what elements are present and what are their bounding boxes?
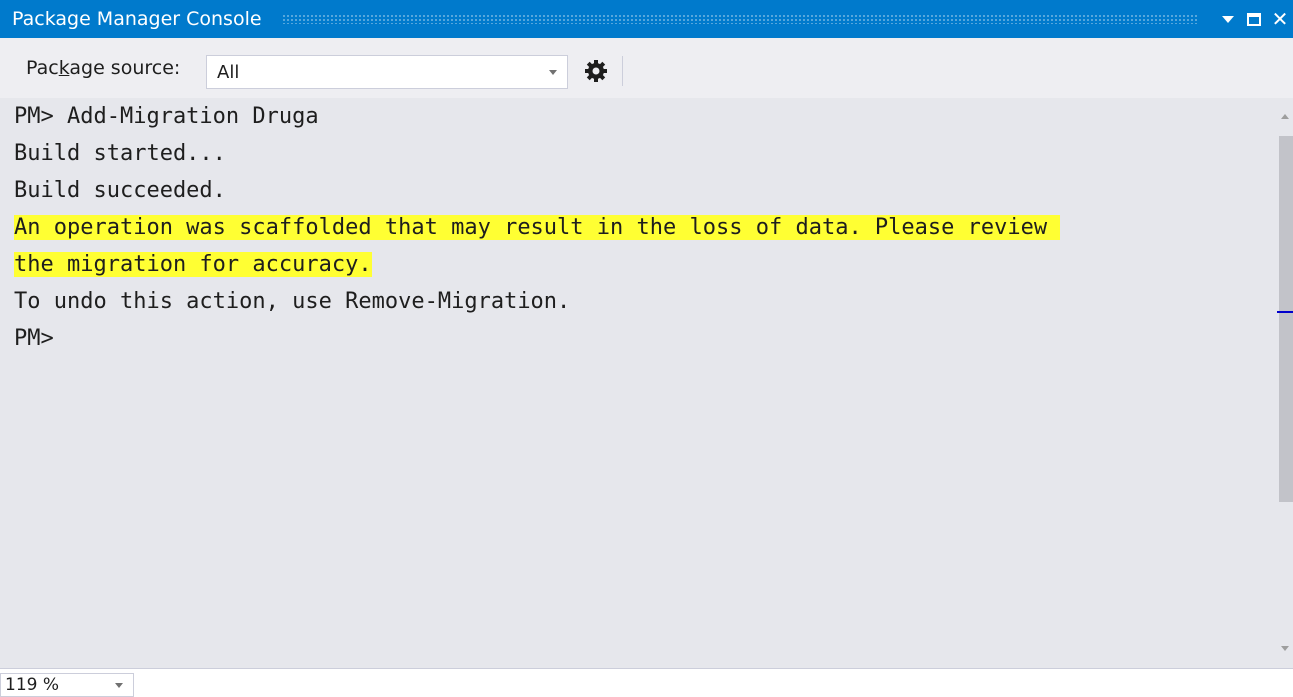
caret-position-marker <box>1277 311 1293 313</box>
zoom-level: 119 % <box>5 675 60 695</box>
settings-button[interactable] <box>580 55 612 87</box>
zoom-dropdown[interactable]: 119 % <box>0 673 134 697</box>
close-icon: ✕ <box>1271 7 1289 31</box>
window-options-button[interactable] <box>1215 0 1241 38</box>
scrollbar-thumb[interactable] <box>1279 136 1293 502</box>
package-manager-console-window: Package Manager Console ✕ Package source… <box>0 0 1293 697</box>
close-button[interactable]: ✕ <box>1267 0 1293 38</box>
console-line: To undo this action, use Remove-Migratio… <box>14 283 570 320</box>
console-line: PM> Add-Migration Druga <box>14 98 319 135</box>
console-line-text: PM> Add-Migration Druga <box>14 104 319 129</box>
console-warning-text: An operation was scaffolded that may res… <box>14 215 1061 240</box>
maximize-icon <box>1247 12 1261 26</box>
console-prompt-line[interactable]: PM> <box>14 320 54 357</box>
package-source-access-key: k <box>58 57 70 79</box>
chevron-down-icon <box>549 69 557 75</box>
window-title: Package Manager Console <box>12 8 262 30</box>
console-line: Build succeeded. <box>14 172 226 209</box>
console-output[interactable]: PM> Add-Migration Druga Build started...… <box>0 98 1277 668</box>
toolbar-separator <box>622 56 623 86</box>
drag-grip[interactable] <box>281 14 1199 24</box>
package-source-label: Package source: <box>26 57 180 79</box>
scroll-down-icon[interactable] <box>1281 646 1289 651</box>
chevron-down-icon <box>115 682 123 688</box>
console-line-text: Build succeeded. <box>14 178 226 203</box>
console-warning-text: the migration for accuracy. <box>14 252 372 277</box>
gear-icon <box>585 60 607 82</box>
package-source-label-post: age source: <box>69 57 181 79</box>
console-warning-line: An operation was scaffolded that may res… <box>14 209 1061 246</box>
package-source-label-pre: Pac <box>26 57 59 79</box>
package-source-value: All <box>217 61 240 83</box>
title-bar[interactable]: Package Manager Console ✕ <box>0 0 1293 38</box>
console-prompt: PM> <box>14 326 54 351</box>
toolbar: Package source: All <box>0 38 1293 98</box>
triangle-down-icon <box>1222 15 1234 23</box>
console-line: Build started... <box>14 135 226 172</box>
maximize-button[interactable] <box>1241 0 1267 38</box>
package-source-dropdown[interactable]: All <box>206 55 568 89</box>
console-warning-line: the migration for accuracy. <box>14 246 372 283</box>
zoom-bar: 119 % <box>0 668 1293 697</box>
console-line-text: To undo this action, use Remove-Migratio… <box>14 289 571 314</box>
console-line-text: Build started... <box>14 141 226 166</box>
scroll-up-icon[interactable] <box>1281 114 1289 119</box>
vertical-scrollbar[interactable] <box>1277 98 1293 668</box>
